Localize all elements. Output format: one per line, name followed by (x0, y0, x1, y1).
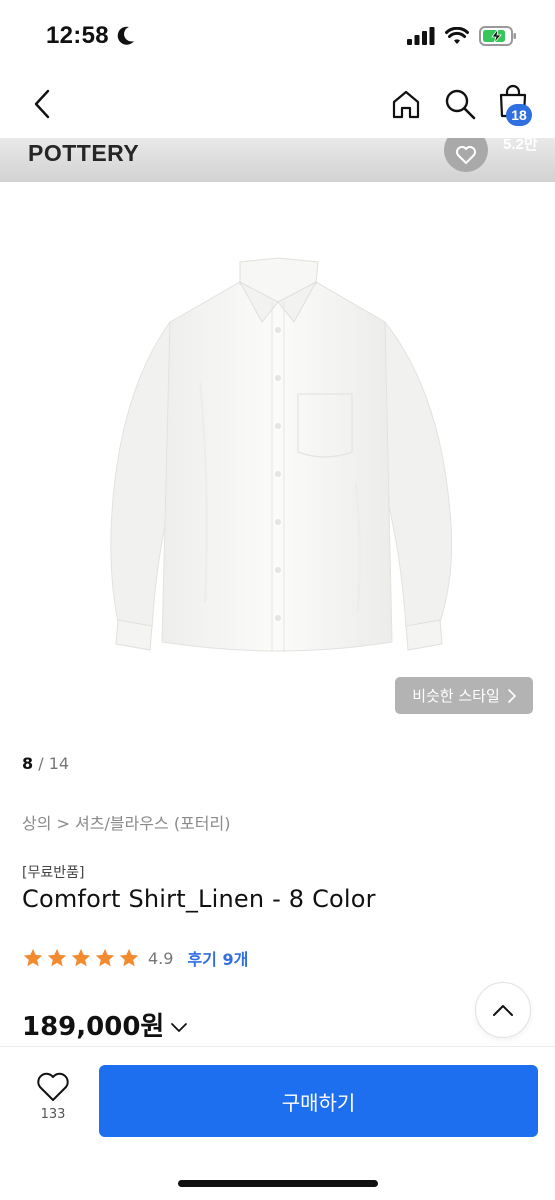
wishlist-count: 133 (40, 1107, 66, 1122)
home-icon (392, 90, 420, 119)
rating-value: 4.9 (148, 948, 174, 968)
product-image[interactable] (0, 182, 555, 730)
product-price: 189,000원 (22, 1012, 165, 1042)
moon-icon (117, 26, 134, 45)
breadcrumb[interactable]: 상의 > 셔츠/블라우스 (포터리) (22, 810, 230, 834)
chevron-right-icon (507, 688, 516, 703)
bottom-action-bar: 133 구매하기 (0, 1046, 555, 1200)
star-icon (47, 948, 67, 967)
signal-icon (407, 27, 435, 45)
back-button[interactable] (24, 86, 60, 122)
heart-icon (456, 146, 476, 164)
nav-bar: 18 (0, 72, 555, 138)
image-counter-current: 8 (22, 754, 34, 773)
similar-style-label: 비슷한 스타일 (412, 687, 500, 705)
chevron-up-icon (493, 1005, 513, 1016)
search-button[interactable] (440, 84, 480, 124)
free-return-tag: [무료반품] (22, 865, 85, 881)
image-counter-total: 14 (48, 754, 70, 773)
cart-button[interactable]: 18 (492, 82, 536, 130)
shirt-illustration (110, 257, 453, 652)
home-indicator (178, 1180, 378, 1187)
battery-icon (479, 26, 516, 46)
home-button[interactable] (386, 84, 426, 124)
image-counter-separator: / (38, 754, 44, 773)
product-title: Comfort Shirt_Linen - 8 Color (22, 885, 376, 913)
brand-name[interactable]: POTTERY (28, 138, 139, 170)
wishlist-button[interactable]: 133 (28, 1071, 78, 1135)
status-bar: 12:58 (0, 0, 555, 72)
star-icon (119, 948, 139, 967)
rating-row: 4.9 후기 9개 (22, 944, 248, 972)
chevron-down-icon (171, 1022, 188, 1032)
wifi-icon (445, 27, 469, 44)
search-icon (445, 89, 476, 120)
heart-icon (37, 1072, 69, 1101)
price-row[interactable]: 189,000원 (22, 1006, 188, 1043)
review-count-link[interactable]: 후기 9개 (187, 946, 248, 970)
buy-button[interactable]: 구매하기 (99, 1065, 538, 1137)
back-chevron-icon (34, 89, 50, 119)
star-icon (95, 948, 115, 967)
star-icon (71, 948, 91, 967)
status-time: 12:58 (46, 22, 109, 49)
status-icons (407, 26, 517, 46)
similar-style-button[interactable]: 비슷한 스타일 (395, 677, 533, 714)
brand-like-button[interactable] (444, 138, 488, 172)
cart-count-badge: 18 (506, 104, 532, 126)
image-counter: 8 / 14 (22, 754, 69, 773)
star-icon (23, 948, 43, 967)
brand-strip[interactable]: POTTERY 5.2만 (0, 138, 555, 182)
scroll-to-top-button[interactable] (475, 982, 531, 1038)
brand-like-count: 5.2만 (503, 138, 538, 153)
rating-stars (22, 947, 140, 969)
